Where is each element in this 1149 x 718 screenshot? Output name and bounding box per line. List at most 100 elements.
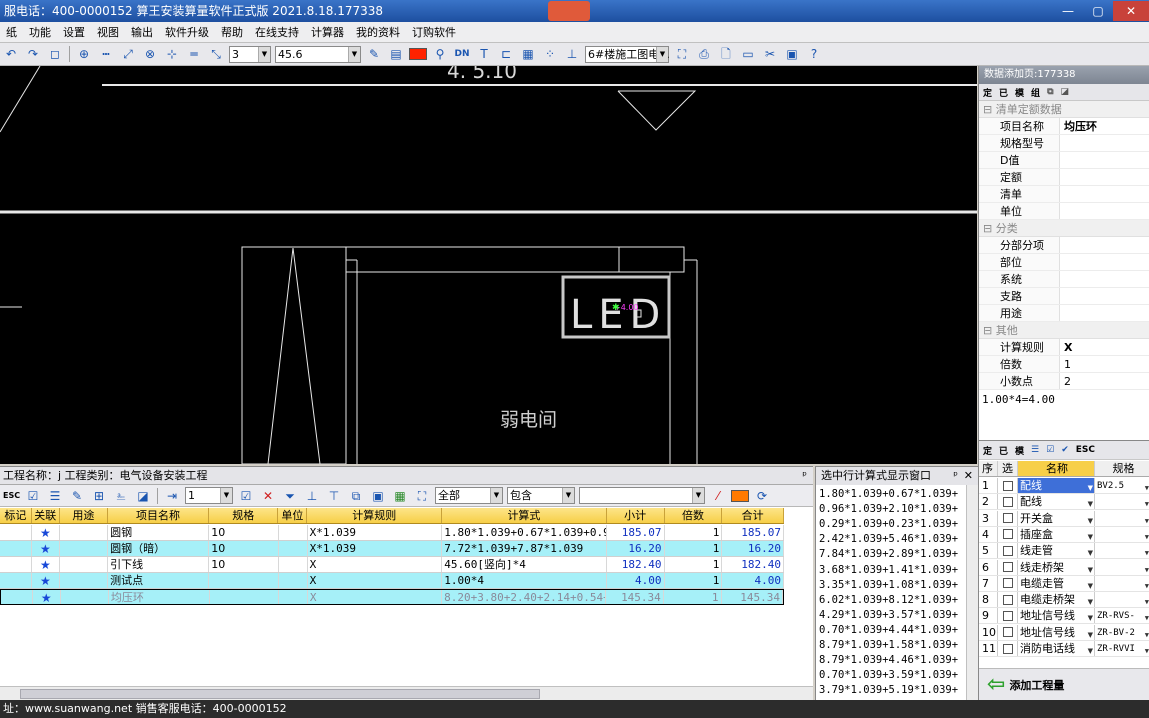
menu-item-function[interactable]: 功能 bbox=[23, 22, 57, 43]
row-name[interactable]: 消防电话线 ▼ bbox=[1018, 641, 1095, 656]
material-row[interactable]: 1 配线 ▼ BV2.5 ▼ bbox=[979, 478, 1149, 494]
match-icon[interactable]: ⚲ bbox=[432, 46, 448, 62]
prop-row-purpose[interactable]: 用途 bbox=[979, 305, 1149, 322]
menu-item-help[interactable]: 帮助 bbox=[215, 22, 249, 43]
chevron-down-icon[interactable]: ▼ bbox=[1088, 627, 1093, 640]
tool-define[interactable]: 定 bbox=[983, 444, 992, 457]
grid-icon[interactable]: ▦ bbox=[520, 46, 536, 62]
row-checkbox[interactable] bbox=[998, 575, 1018, 591]
menu-item-calculator[interactable]: 计算器 bbox=[305, 22, 350, 43]
network-icon[interactable]: ⊥ bbox=[564, 46, 580, 62]
cell-unit[interactable] bbox=[279, 573, 308, 588]
cell-use[interactable] bbox=[60, 573, 109, 588]
cell-mark[interactable] bbox=[0, 573, 32, 588]
section-header[interactable]: ⊟ 分类 bbox=[979, 220, 1149, 237]
import-icon[interactable]: ⇥ bbox=[164, 488, 180, 504]
cell-mark[interactable] bbox=[0, 541, 32, 556]
cell-formula[interactable]: 1.00*4 bbox=[442, 573, 607, 588]
star-icon[interactable]: ★ bbox=[32, 541, 60, 556]
add-quantity-button[interactable]: ⇦ 添加工程量 bbox=[979, 668, 1149, 701]
cell-spec[interactable]: 10 bbox=[209, 557, 279, 572]
cross-snap-icon[interactable]: ⊗ bbox=[142, 46, 158, 62]
chevron-down-icon[interactable]: ▼ bbox=[1088, 480, 1093, 493]
cell-spec[interactable]: 10 bbox=[209, 541, 279, 556]
snap-icon[interactable]: ⤢ bbox=[120, 46, 136, 62]
window-icon[interactable]: ▣ bbox=[784, 46, 800, 62]
copy-icon[interactable]: ⧉ bbox=[1047, 87, 1053, 97]
ortho-icon[interactable]: ⊹ bbox=[164, 46, 180, 62]
row-name[interactable]: 电缆走管 ▼ bbox=[1018, 575, 1095, 591]
confirm-icon[interactable]: ☑ bbox=[238, 488, 254, 504]
row-spec[interactable]: ▼ bbox=[1095, 560, 1149, 575]
material-row[interactable]: 11 消防电话线 ▼ ZR-RVVI ▼ bbox=[979, 641, 1149, 657]
split-icon[interactable]: ⧉ bbox=[348, 488, 364, 504]
binoculars-icon[interactable]: ⛶ bbox=[414, 488, 430, 504]
move-down-icon[interactable]: ⊤ bbox=[326, 488, 342, 504]
tool-group[interactable]: 组 bbox=[1031, 86, 1040, 99]
table-row[interactable]: ★ 引下线 10 X 45.60[竖向]*4 182.40 1 182.40 bbox=[0, 557, 784, 573]
cell-name[interactable]: 圆钢（暗） bbox=[108, 541, 210, 556]
esc-icon[interactable]: ESC bbox=[3, 488, 20, 504]
chevron-down-icon[interactable]: ▼ bbox=[1088, 610, 1093, 623]
chevron-down-icon[interactable]: ▼ bbox=[1145, 643, 1149, 656]
chevron-down-icon[interactable]: ▼ bbox=[1145, 480, 1149, 493]
number-select[interactable]: 3 ▼ bbox=[229, 45, 271, 63]
prop-row-system[interactable]: 系统 bbox=[979, 271, 1149, 288]
material-row[interactable]: 8 电缆走桥架 ▼ ▼ bbox=[979, 592, 1149, 609]
color-picker[interactable] bbox=[409, 48, 427, 60]
cell-spec[interactable] bbox=[209, 573, 279, 588]
cell-use[interactable] bbox=[60, 541, 109, 556]
row-name[interactable]: 配线 ▼ bbox=[1018, 494, 1095, 510]
row-checkbox[interactable] bbox=[998, 641, 1018, 656]
row-spec[interactable]: ZR-BV-2 ▼ bbox=[1095, 625, 1149, 640]
row-checkbox[interactable] bbox=[998, 494, 1018, 510]
crosshair-icon[interactable]: ⊕ bbox=[76, 46, 92, 62]
menu-item-upgrade[interactable]: 软件升级 bbox=[159, 22, 215, 43]
prop-row-list[interactable]: 清单 bbox=[979, 186, 1149, 203]
layer-select[interactable]: 6#楼施工图电... ▼ bbox=[585, 45, 670, 63]
eraser-icon[interactable]: ◪ bbox=[1061, 87, 1070, 97]
filter-icon[interactable]: ⏷ bbox=[282, 488, 298, 504]
menu-item-settings[interactable]: 设置 bbox=[57, 22, 91, 43]
brush-icon[interactable]: ✎ bbox=[366, 46, 382, 62]
cell-name[interactable]: 引下线 bbox=[108, 557, 210, 572]
chevron-down-icon[interactable]: ▼ bbox=[1145, 594, 1149, 607]
row-checkbox[interactable] bbox=[998, 559, 1018, 575]
row-checkbox[interactable] bbox=[998, 526, 1018, 542]
row-color-picker[interactable] bbox=[731, 489, 749, 502]
cell-unit[interactable] bbox=[279, 590, 308, 604]
clear-icon[interactable]: ⁄ bbox=[710, 488, 726, 504]
prop-row-unit[interactable]: 单位 bbox=[979, 203, 1149, 220]
vertical-scrollbar[interactable] bbox=[966, 485, 978, 701]
cell-use[interactable] bbox=[61, 590, 109, 604]
cell-mark[interactable] bbox=[1, 590, 33, 604]
tool-define[interactable]: 定 bbox=[983, 86, 992, 99]
row-checkbox[interactable] bbox=[998, 478, 1018, 493]
chevron-down-icon[interactable]: ▼ bbox=[1145, 513, 1149, 526]
row-name[interactable]: 电缆走桥架 ▼ bbox=[1018, 592, 1095, 608]
row-spec[interactable]: ZR-RVVI ▼ bbox=[1095, 641, 1149, 656]
prop-row-multiplier[interactable]: 倍数 1 bbox=[979, 356, 1149, 373]
cell-mark[interactable] bbox=[0, 557, 32, 572]
cell-rule[interactable]: X*1.039 bbox=[308, 525, 443, 540]
row-name[interactable]: 地址信号线 ▼ bbox=[1018, 624, 1095, 640]
cell-formula[interactable]: 45.60[竖向]*4 bbox=[442, 557, 607, 572]
chevron-down-icon[interactable]: ▼ bbox=[1088, 562, 1093, 575]
table-row[interactable]: ★ 圆钢（暗） 10 X*1.039 7.72*1.039+7.87*1.039 16.2… bbox=[0, 541, 784, 557]
prop-row-d-value[interactable]: D值 bbox=[979, 152, 1149, 169]
prop-row-decimals[interactable]: 小数点 2 bbox=[979, 373, 1149, 390]
cell-use[interactable] bbox=[60, 557, 109, 572]
dn-icon[interactable]: DN bbox=[454, 46, 470, 62]
chevron-down-icon[interactable]: ▼ bbox=[1088, 496, 1093, 509]
filter-scope-select[interactable]: 全部 ▼ bbox=[435, 487, 503, 504]
material-row[interactable]: 3 开关盒 ▼ ▼ bbox=[979, 510, 1149, 527]
section-header[interactable]: ⊟ 其他 bbox=[979, 322, 1149, 339]
table-row[interactable]: ★均压环X8.20+3.80+2.40+2.14+0.54+2.9145.341… bbox=[0, 589, 784, 605]
help-icon[interactable]: ? bbox=[806, 46, 822, 62]
chevron-down-icon[interactable]: ▼ bbox=[1088, 513, 1093, 526]
material-row[interactable]: 10 地址信号线 ▼ ZR-BV-2 ▼ bbox=[979, 624, 1149, 641]
star-icon[interactable]: ★ bbox=[32, 557, 60, 572]
cell-rule[interactable]: X*1.039 bbox=[308, 541, 443, 556]
cell-multiplier[interactable]: 1 bbox=[665, 525, 723, 540]
row-spec[interactable]: ▼ bbox=[1095, 494, 1149, 509]
